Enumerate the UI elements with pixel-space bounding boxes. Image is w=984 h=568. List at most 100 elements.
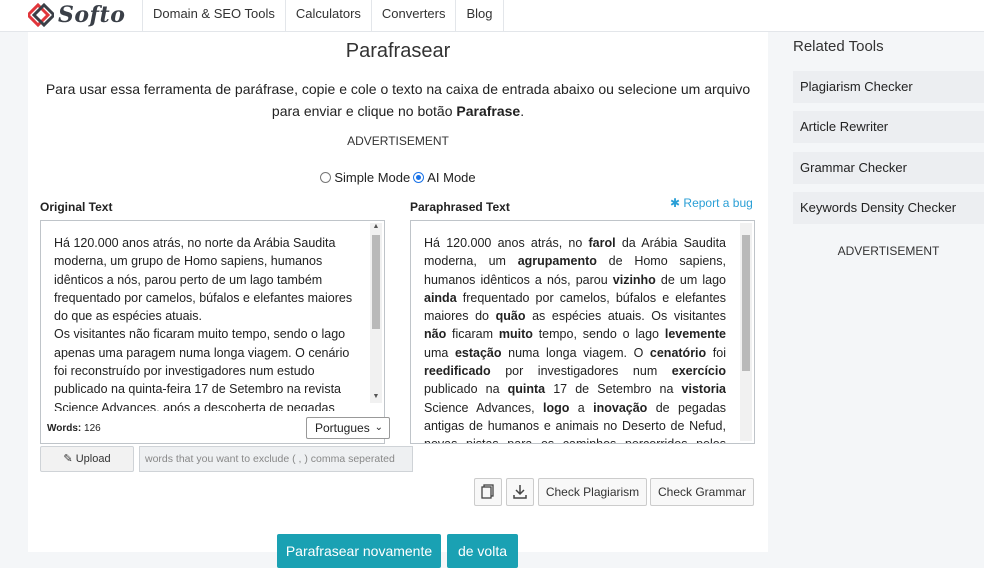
original-line: Os visitantes não ficaram muito tempo, s… [54,327,346,342]
original-line: moderna, um grupo de Homo sapiens, human… [54,254,323,269]
paraphrased-segment: as espécies atuais. Os visitantes [525,309,726,324]
brand-logo[interactable]: Softo [28,2,125,28]
sidebar-advertisement-label: ADVERTISEMENT [837,244,940,258]
paraphrased-highlight: cenatório [649,345,707,360]
original-scroll-thumb[interactable] [372,235,380,329]
paraphrased-highlight: vistoria [681,382,726,397]
description-text: Para usar essa ferramenta de paráfrase, … [45,81,751,119]
advertisement-label: ADVERTISEMENT [347,134,449,148]
paraphrased-segment: 17 de Setembro na [545,382,682,397]
word-count: Words: 126 [47,423,101,434]
paraphrased-segment: ficaram [446,327,499,342]
chevron-down-icon: ⌄ [374,422,383,433]
scroll-up-arrow-icon[interactable]: ▲ [370,223,382,233]
ai-mode-option[interactable]: AI Mode [413,170,476,185]
paraphrased-highlight: não [424,327,447,342]
page-description: Para usar essa ferramenta de paráfrase, … [42,78,754,122]
exclude-words-input[interactable]: words that you want to exclude ( , ) com… [139,446,413,472]
paraphrased-highlight: logo [542,400,570,415]
softo-logo-icon [28,3,54,27]
mode-selector: Simple Mode AI Mode [28,170,768,185]
upload-button[interactable]: ✎ Upload [40,446,134,472]
original-text-area[interactable]: Há 120.000 anos atrás, no norte da Arábi… [40,220,390,444]
original-line: foi reconstruído por investigadores num … [54,364,315,379]
original-line: publicado na quinta-feira 17 de Setembro… [54,382,341,397]
paraphrased-segment: foi [706,345,726,360]
original-line: idênticos a nós, parou perto de um lago … [54,272,323,287]
paraphrased-scroll-thumb[interactable] [742,235,750,371]
paraphrased-segment: uma [424,345,455,360]
main-panel: Parafrasear Para usar essa ferramenta de… [28,32,768,568]
original-line: Há 120.000 anos atrás, no norte da Arábi… [54,236,336,250]
original-line: do que as espécies atuais. [54,309,203,324]
paraphrased-segment: tempo, sendo o lago [532,327,665,342]
report-bug-text: Report a bug [683,196,753,210]
paraphrased-highlight: estação [454,345,502,360]
check-plagiarism-button[interactable]: Check Plagiarism [538,478,647,506]
simple-mode-option[interactable]: Simple Mode [320,170,410,185]
paraphrase-again-button[interactable]: Parafrasear novamente [277,534,441,568]
original-line: frequentado por camelos, búfalos e elefa… [54,290,353,305]
top-navbar: Softo Domain & SEO Tools Calculators Con… [0,0,984,32]
download-button[interactable] [506,478,534,506]
related-tool-article-rewriter[interactable]: Article Rewriter [793,111,984,143]
main-nav: Domain & SEO Tools Calculators Converter… [142,0,504,32]
page-title: Parafrasear [345,40,451,62]
upload-label: Upload [75,453,111,465]
paraphrased-text-content: Há 120.000 anos atrás, no farol da Arábi… [424,234,726,443]
language-value: Portugues [315,421,370,435]
paraphrased-highlight: ainda [424,290,457,305]
simple-mode-radio[interactable] [320,172,332,183]
copy-icon [481,484,494,499]
related-tools-title: Related Tools [793,38,884,55]
bug-icon: ✱ [670,196,681,210]
copy-button[interactable] [474,478,502,506]
paraphrased-segment: publicado na [424,382,508,397]
download-icon [513,485,527,499]
original-line: Science Advances, após a descoberta de p… [54,400,335,411]
paraphrased-highlight: inovação [593,400,648,415]
related-tool-keywords-density-checker[interactable]: Keywords Density Checker [793,192,984,224]
original-text-content: Há 120.000 anos atrás, no norte da Arábi… [54,234,372,411]
ai-mode-label: AI Mode [427,170,476,185]
back-button[interactable]: de volta [447,534,518,568]
brand-name: Softo [58,2,126,28]
words-label: Words: [47,423,82,434]
paraphrased-highlight: farol [588,236,616,250]
paraphrased-highlight: reedificado [424,364,491,379]
paraphrased-text-label: Paraphrased Text [410,200,510,214]
nav-blog[interactable]: Blog [456,0,504,32]
original-scrollbar[interactable]: ▲ ▼ [370,223,382,403]
paraphrased-highlight: agrupamento [517,254,597,269]
related-tool-plagiarism-checker[interactable]: Plagiarism Checker [793,71,984,103]
description-bold: Parafrase [456,103,521,119]
paraphrased-highlight: levemente [664,327,726,342]
paraphrased-segment: Há 120.000 anos atrás, no [424,236,589,250]
paraphrased-highlight: vizinho [612,272,656,287]
ai-mode-radio[interactable] [413,172,425,183]
nav-converters[interactable]: Converters [372,0,457,32]
paraphrased-segment: Science Advances, [424,400,543,415]
related-tool-grammar-checker[interactable]: Grammar Checker [793,152,984,184]
paraphrased-text-area[interactable]: Há 120.000 anos atrás, no farol da Arábi… [410,220,755,444]
paraphrased-scrollbar[interactable] [740,223,752,441]
paraphrased-segment: a [569,400,594,415]
original-line: apenas uma paragem numa longa viagem. O … [54,345,350,360]
paraphrased-highlight: quinta [507,382,546,397]
paraphrased-highlight: quão [495,309,526,324]
original-text-label: Original Text [40,200,113,214]
report-bug-link[interactable]: ✱ Report a bug [670,196,753,210]
paraphrased-segment: por investigadores num [490,364,672,379]
nav-calculators[interactable]: Calculators [286,0,372,32]
words-count: 126 [84,423,101,434]
scroll-down-arrow-icon[interactable]: ▼ [370,393,382,403]
description-end: . [520,103,525,119]
pencil-icon: ✎ [63,453,73,465]
language-select[interactable]: Portugues ⌄ [306,417,390,439]
paraphrased-highlight: muito [498,327,533,342]
paraphrased-segment: numa longa viagem. O [501,345,650,360]
nav-domain-seo-tools[interactable]: Domain & SEO Tools [142,0,286,32]
simple-mode-label: Simple Mode [334,170,411,185]
check-grammar-button[interactable]: Check Grammar [650,478,754,506]
paraphrased-highlight: exercício [671,364,726,379]
